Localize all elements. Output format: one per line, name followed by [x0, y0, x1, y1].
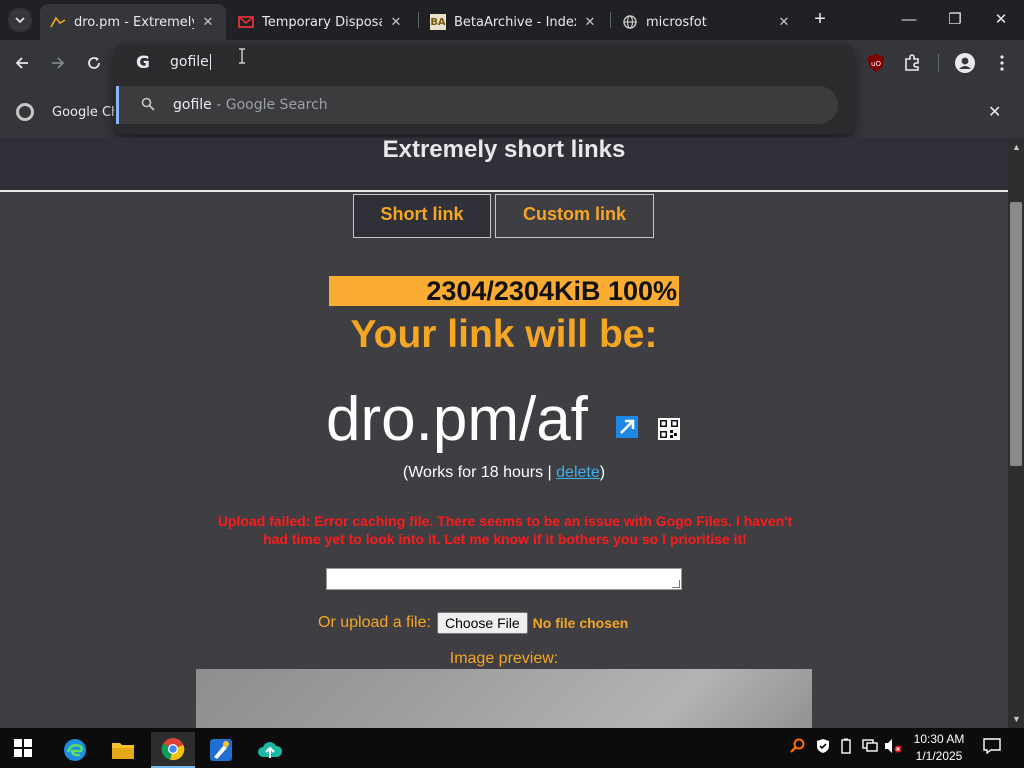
forward-button[interactable] [43, 48, 73, 78]
chrome-logo-icon [16, 103, 34, 121]
back-arrow-icon [15, 57, 28, 69]
battery-tray-icon[interactable] [840, 738, 852, 757]
notification-center-icon[interactable] [983, 738, 1001, 757]
works-duration-text: (Works for 18 hours | delete) [0, 464, 1008, 482]
reload-icon [88, 57, 100, 69]
page-content: Extremely short links Short link Custom … [0, 138, 1008, 728]
search-icon [141, 97, 155, 111]
dropm-favicon-icon [50, 14, 66, 30]
open-link-icon[interactable] [616, 416, 638, 438]
new-tab-button[interactable]: + [808, 8, 832, 32]
link-will-be-heading: Your link will be: [350, 313, 658, 356]
omnibox-suggestion[interactable]: gofile - Google Search [116, 86, 838, 124]
works-suffix: ) [599, 464, 606, 481]
forward-arrow-icon [52, 57, 65, 69]
qr-code-icon[interactable] [658, 418, 680, 440]
tab-close-icon[interactable]: ✕ [776, 15, 792, 30]
suggestion-query: gofile [173, 97, 212, 113]
taskbar-clock[interactable]: 10:30 AM 1/1/2025 [904, 731, 974, 765]
delete-link[interactable]: delete [556, 464, 600, 481]
custom-link-tab[interactable]: Custom link [495, 194, 654, 238]
choose-file-button[interactable]: Choose File [436, 612, 528, 634]
progress-text: 2304/2304KiB 100% [426, 276, 677, 306]
svg-text:uO: uO [871, 60, 881, 68]
upload-cloud-taskbar-icon[interactable] [248, 732, 292, 768]
upload-label: Or upload a file: [318, 614, 431, 631]
page-title: Extremely short links [382, 138, 626, 163]
betaarchive-favicon-icon: BA [430, 14, 446, 30]
suggestion-suffix: - Google Search [211, 97, 328, 113]
network-tray-icon[interactable] [862, 738, 878, 755]
close-window-button[interactable]: ✕ [978, 0, 1024, 40]
tab-title: microsfot [646, 14, 707, 30]
scroll-thumb[interactable] [1010, 202, 1022, 466]
mail-favicon-icon [238, 14, 254, 30]
toolbar-divider [938, 54, 939, 72]
omnibox-dropdown: G gofile gofile - Google Search [114, 44, 854, 134]
tab-close-icon[interactable]: ✕ [200, 15, 216, 30]
suggestion-text: gofile - Google Search [173, 97, 328, 113]
address-input[interactable]: gofile [170, 54, 211, 70]
tab-close-icon[interactable]: ✕ [582, 15, 598, 30]
volume-muted-tray-icon[interactable] [884, 738, 902, 757]
tab-title: dro.pm - Extremely Sh [74, 14, 194, 30]
upload-row: Or upload a file: Choose File No file ch… [318, 612, 628, 634]
text-input-area[interactable] [326, 568, 682, 590]
scroll-up-arrow-icon[interactable]: ▲ [1012, 142, 1021, 152]
reload-button[interactable] [79, 48, 109, 78]
tab-microsfot[interactable]: microsfot ✕ [612, 4, 802, 40]
image-preview-label: Image preview: [449, 650, 559, 667]
page-scrollbar[interactable]: ▲ ▼ [1008, 138, 1024, 728]
ublock-extension-icon[interactable]: uO [864, 51, 888, 75]
edge-taskbar-icon[interactable] [53, 732, 97, 768]
tab-temp-mail[interactable]: Temporary Disposable ✕ [228, 4, 414, 40]
clock-date: 1/1/2025 [915, 749, 963, 763]
tab-title: Temporary Disposable [262, 14, 382, 30]
works-prefix: (Works for 18 hours | [402, 464, 557, 481]
upload-progress-bar: 2304/2304KiB 100% [329, 276, 679, 306]
tab-betaarchive[interactable]: BA BetaArchive - Index pa ✕ [420, 4, 608, 40]
page-header: Extremely short links [0, 138, 1008, 192]
scroll-down-arrow-icon[interactable]: ▼ [1012, 714, 1021, 724]
ibeam-cursor-icon [238, 48, 246, 69]
text-caret [209, 54, 211, 70]
screen: dro.pm - Extremely Sh ✕ Temporary Dispos… [0, 0, 1024, 768]
windows-taskbar: 10:30 AM 1/1/2025 [0, 728, 1024, 768]
maximize-button[interactable]: ❐ [932, 0, 978, 40]
tab-title: BetaArchive - Index pa [454, 14, 576, 30]
clock-time: 10:30 AM [913, 732, 965, 746]
kebab-menu-icon[interactable] [990, 51, 1014, 75]
short-link-tab[interactable]: Short link [353, 194, 491, 238]
resize-handle-icon[interactable] [672, 580, 680, 588]
profile-avatar-icon[interactable] [953, 51, 977, 75]
tab-dropm[interactable]: dro.pm - Extremely Sh ✕ [40, 4, 226, 40]
security-shield-tray-icon[interactable] [815, 738, 831, 757]
tab-search-button[interactable] [8, 8, 32, 32]
tab-strip: dro.pm - Extremely Sh ✕ Temporary Dispos… [0, 0, 1024, 40]
upload-error-message: Upload failed: Error caching file. There… [217, 513, 793, 547]
tab-separator [418, 12, 419, 28]
infobar-close-icon[interactable]: ✕ [988, 102, 1001, 122]
windows-start-icon[interactable] [14, 739, 32, 757]
chrome-taskbar-icon[interactable] [151, 732, 195, 768]
image-preview [196, 669, 812, 728]
search-tray-icon[interactable] [790, 738, 806, 757]
google-g-icon: G [136, 53, 150, 73]
infobar-text: Google Ch [52, 105, 120, 120]
file-explorer-taskbar-icon[interactable] [101, 732, 145, 768]
no-file-status: No file chosen [532, 615, 629, 631]
back-button[interactable] [7, 48, 37, 78]
extensions-puzzle-icon[interactable] [900, 51, 924, 75]
paint-taskbar-icon[interactable] [199, 732, 243, 768]
tab-separator [610, 12, 611, 28]
short-link-text[interactable]: dro.pm/af [326, 384, 588, 455]
tab-close-icon[interactable]: ✕ [388, 15, 404, 30]
chevron-down-icon [15, 17, 25, 24]
globe-icon [622, 14, 638, 30]
address-input-value: gofile [170, 54, 209, 70]
minimize-button[interactable]: — [886, 0, 932, 40]
